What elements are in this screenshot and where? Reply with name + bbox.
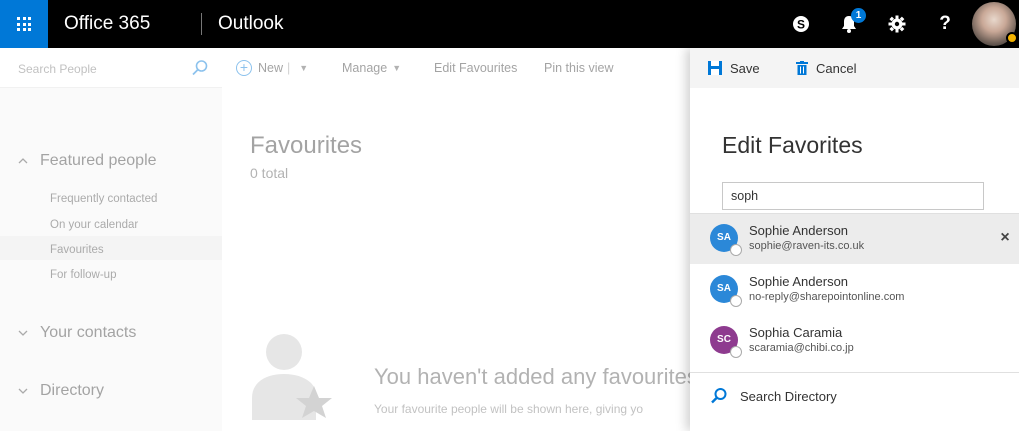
help-icon: ? [939, 13, 951, 34]
directory-label: Directory [40, 382, 105, 399]
manage-button[interactable]: Manage ▼ [342, 48, 401, 88]
edit-favourites-button[interactable]: Edit Favourites [434, 48, 517, 88]
app-launcher-button[interactable] [0, 0, 48, 48]
page-title: Favourites [250, 132, 363, 159]
contact-email: scaramia@chibi.co.jp [749, 342, 854, 354]
search-icon[interactable] [191, 59, 209, 77]
app-name[interactable]: Outlook [218, 0, 283, 48]
close-icon[interactable]: × [995, 228, 1015, 248]
suggestion-item[interactable]: SA Sophie Anderson sophie@raven-its.co.u… [690, 214, 1019, 264]
svg-text:S: S [797, 18, 805, 32]
search-people-box [0, 48, 222, 88]
pin-this-view-button[interactable]: Pin this view [544, 48, 613, 88]
suggestion-item[interactable]: SA Sophie Anderson no-reply@sharepointon… [690, 265, 1019, 315]
featured-people-label: Featured people [40, 152, 157, 169]
settings-button[interactable] [873, 0, 921, 48]
nav-item-frequently-contacted[interactable]: Frequently contacted [50, 193, 157, 205]
suggestion-item[interactable]: SC Sophia Caramia scaramia@chibi.co.jp [690, 316, 1019, 366]
panel-command-bar: Save Cancel [690, 48, 1019, 88]
search-people-input[interactable] [18, 59, 178, 79]
cancel-button[interactable]: Cancel [796, 48, 856, 88]
notification-badge: 1 [851, 8, 866, 23]
search-directory-label: Search Directory [740, 388, 837, 404]
presence-indicator [1006, 32, 1018, 44]
nav-item-for-follow-up[interactable]: For follow-up [50, 269, 116, 281]
save-label: Save [730, 60, 760, 76]
your-contacts-label: Your contacts [40, 324, 137, 341]
chevron-down-icon [18, 388, 28, 394]
person-star-icon [252, 334, 332, 420]
contact-name: Sophie Anderson [749, 223, 849, 238]
office-365-brand[interactable]: Office 365 [64, 0, 150, 48]
waffle-icon [17, 17, 31, 31]
contact-name: Sophie Anderson [749, 274, 849, 289]
plus-circle-icon: + [236, 60, 252, 76]
edit-favorites-panel: Save Cancel Edit Favorites SA Sophie And… [690, 48, 1019, 431]
selected-item-highlight [0, 236, 222, 260]
empty-state-description: Your favourite people will be shown here… [374, 402, 644, 416]
favorites-search-input[interactable] [722, 182, 984, 210]
contact-email: no-reply@sharepointonline.com [749, 291, 905, 303]
cancel-label: Cancel [816, 60, 857, 76]
nav-item-favourites[interactable]: Favourites [50, 244, 104, 256]
search-directory-button[interactable]: Search Directory [710, 387, 837, 405]
chevron-up-icon [18, 158, 28, 164]
account-button[interactable] [969, 0, 1019, 48]
directory-section[interactable]: Directory [18, 382, 104, 400]
favourites-count: 0 total [250, 165, 289, 181]
your-contacts-section[interactable]: Your contacts [18, 324, 136, 342]
skype-icon: S [793, 16, 809, 32]
gear-icon [888, 15, 906, 33]
nav-item-on-your-calendar[interactable]: On your calendar [50, 219, 138, 231]
presence-icon [730, 244, 742, 256]
dropdown-divider [690, 372, 1019, 373]
command-toolbar: + New | ▼ Manage ▼ Edit Favourites Pin t… [222, 48, 690, 88]
featured-people-section[interactable]: Featured people [18, 152, 157, 170]
contact-email: sophie@raven-its.co.uk [749, 240, 865, 252]
save-icon [708, 61, 722, 75]
save-button[interactable]: Save [708, 48, 760, 88]
main-content: Favourites 0 total You haven't added any… [222, 88, 715, 431]
new-label: New [258, 61, 284, 75]
brand-divider [201, 13, 202, 35]
left-navigation: Featured people Frequently contacted On … [0, 48, 222, 431]
skype-button[interactable]: S [777, 0, 825, 48]
new-button[interactable]: + New | ▼ [236, 48, 308, 88]
empty-state-title: You haven't added any favourites y [374, 364, 715, 389]
trash-icon [796, 61, 808, 75]
top-bar: Office 365 Outlook S 1 ? [0, 0, 1019, 48]
contact-name: Sophia Caramia [749, 325, 843, 340]
suggestions-dropdown: SA Sophie Anderson sophie@raven-its.co.u… [690, 213, 1019, 431]
notifications-button[interactable]: 1 [825, 0, 873, 48]
search-icon [711, 388, 727, 404]
help-button[interactable]: ? [921, 0, 969, 48]
manage-label: Manage [342, 61, 388, 75]
presence-icon [730, 346, 742, 358]
chevron-down-icon [18, 330, 28, 336]
chevron-down-icon: ▼ [392, 63, 402, 73]
panel-title: Edit Favorites [722, 132, 863, 158]
chevron-down-icon[interactable]: ▼ [299, 48, 308, 88]
presence-icon [730, 295, 742, 307]
